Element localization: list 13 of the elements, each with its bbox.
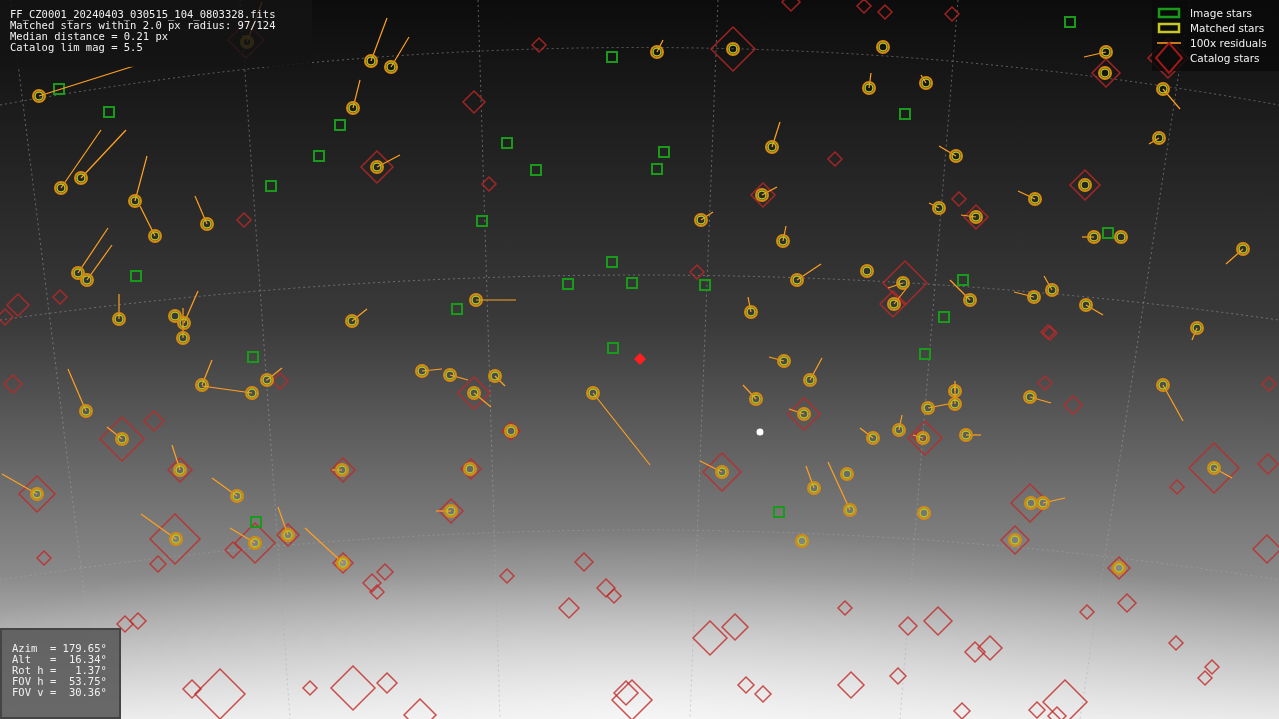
pointing-text: FOV h = 53.75° [12, 676, 108, 687]
legend-label: Image stars [1190, 7, 1253, 19]
legend-label: Matched stars [1190, 22, 1265, 34]
pointing-text: FOV v = 30.36° [12, 687, 108, 698]
info-text: FF_CZ0001_20240403_030515_104_0803328.fits [10, 9, 277, 20]
info-text: Matched stars within 2.0 px radius: 97/124 [10, 20, 277, 31]
info-text: Catalog lim mag = 5.5 [10, 42, 144, 53]
pointing-text: Alt = 16.34° [12, 654, 108, 665]
pointing-text: Azim = 179.65° [12, 643, 108, 654]
legend-label: 100x residuals [1190, 37, 1267, 49]
legend-label: Catalog stars [1190, 52, 1260, 64]
pointing-text: Rot h = 1.37° [12, 665, 108, 676]
info-text: Median distance = 0.21 px [10, 31, 169, 42]
